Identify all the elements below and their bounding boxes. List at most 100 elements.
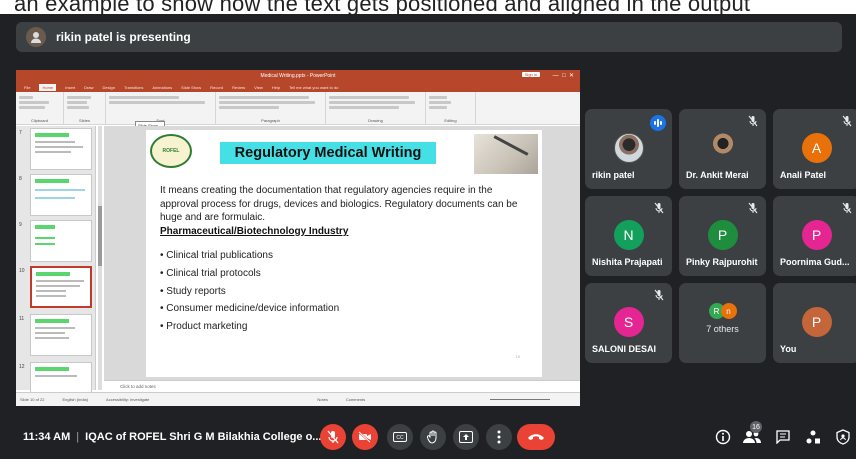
participant-tile[interactable]: P Pinky Rajpurohit [679,196,766,276]
people-button[interactable]: 16 [742,421,762,447]
mic-off-icon [842,202,852,214]
mic-off-icon [842,115,852,127]
language-status[interactable]: English (India) [62,397,88,402]
meeting-control-bar: 11:34 AM | IQAC of ROFEL Shri G M Bilakhia… [0,412,856,459]
ppt-tell-me[interactable]: Tell me what you want to do [289,85,338,90]
slide-subheading: Pharmaceutical/Biotechnology Industry [160,226,349,237]
ribbon-group-clipboard[interactable]: Clipboard [16,92,64,124]
participant-avatar: P [801,220,832,250]
current-slide[interactable]: ROFEL Regulatory Medical Writing It mean… [146,130,542,377]
participant-name: rikin patel [592,170,635,180]
mic-toggle-button[interactable] [320,424,346,450]
activities-button[interactable] [803,427,823,447]
present-icon [459,431,473,443]
ppt-ribbon-tabs: File Home Insert Draw Design Transitions… [16,82,580,92]
ppt-tab[interactable]: Transitions [124,85,143,90]
camera-off-icon [358,431,371,443]
more-options-button[interactable] [486,424,512,450]
ppt-tab[interactable]: Record [210,85,223,90]
participant-tile[interactable]: S SALONI DESAI [585,283,672,363]
ppt-tab[interactable]: View [254,85,263,90]
participant-tile[interactable]: P Poornima Gud... [773,196,856,276]
participant-avatar: A [801,133,832,163]
mini-avatar: n [720,303,737,319]
ribbon-group-label: Drawing [368,118,383,123]
participant-tile[interactable]: rikin patel [585,109,672,189]
captions-icon: CC [393,432,407,442]
participant-name: SALONI DESAI [592,344,657,354]
self-tile[interactable]: P You [773,283,856,363]
notes-pane[interactable]: Click to add notes [104,380,580,392]
thumbnail-scrollbar[interactable] [98,126,102,390]
captions-button[interactable]: CC [387,424,413,450]
slide-thumbnail[interactable] [30,174,92,216]
speaking-indicator-icon [650,115,666,131]
ppt-tab[interactable]: Design [102,85,114,90]
svg-text:CC: CC [396,435,404,441]
ppt-tab[interactable]: Slide Show [181,85,201,90]
thumb-number: 9 [19,222,22,228]
slide-body-text: It means creating the documentation that… [160,185,518,223]
ppt-tab[interactable]: Insert [65,85,75,90]
others-tile[interactable]: R n 7 others [679,283,766,363]
participant-name: Dr. Ankit Merai [686,170,749,180]
ppt-tab-home[interactable]: Home [39,83,57,91]
others-avatars: R n [708,303,737,319]
meeting-details-button[interactable] [713,427,733,447]
comments-toggle[interactable]: Comments [346,397,365,402]
ppt-signin-button[interactable]: Sign in [521,72,540,77]
slide-thumbnail[interactable] [30,128,92,170]
ppt-tab[interactable]: Help [272,85,280,90]
ppt-status-bar: Slide 10 of 22 English (India) Accessibi… [16,392,580,406]
slide-thumbnail[interactable] [30,220,92,262]
bullet-item: Clinical trial protocols [160,265,339,283]
raise-hand-button[interactable] [420,424,446,450]
participant-tile[interactable]: A Anali Patel [773,109,856,189]
bullet-item: Product marketing [160,318,339,336]
end-call-button[interactable] [517,424,555,450]
others-count-label: 7 others [706,324,739,334]
slide-bullet-list: Clinical trial publications Clinical tri… [160,247,339,336]
clock-time: 11:34 AM [23,431,71,443]
ribbon-group-slides[interactable]: Slides [64,92,106,124]
participant-name: Poornima Gud... [780,257,850,267]
meeting-title: IQAC of ROFEL Shri G M Bilakhia College … [85,431,322,443]
slide-thumbnail-pane: 7 8 9 10 11 12 [16,126,96,404]
thumb-number: 7 [19,130,22,136]
notes-toggle[interactable]: Notes [317,397,327,402]
thumb-number: 11 [19,316,25,322]
presenter-avatar [26,27,46,47]
ribbon-group-drawing[interactable]: Drawing [326,92,426,124]
slide-thumbnail[interactable] [30,314,92,356]
ppt-title-bar: Medical Writing.pptx - PowerPoint Sign i… [16,70,580,82]
ppt-tab[interactable]: Draw [84,85,93,90]
ribbon-group-label: Slides [79,118,90,123]
more-options-icon [497,430,501,444]
ribbon-group-editing[interactable]: Editing [426,92,476,124]
ribbon-group-paragraph[interactable]: Paragraph [216,92,326,124]
ppt-tab[interactable]: Review [232,85,245,90]
participant-tile[interactable]: Dr. Ankit Merai [679,109,766,189]
shared-screen: Medical Writing.pptx - PowerPoint Sign i… [16,70,580,406]
ppt-tab[interactable]: File [24,85,30,90]
activities-icon [806,430,820,444]
bullet-item: Clinical trial publications [160,247,339,265]
participant-photo [707,133,738,163]
window-controls-icon[interactable]: — □ ✕ [553,72,574,79]
zoom-slider[interactable] [490,399,550,400]
thumb-number: 12 [19,364,25,370]
slide-thumbnail-selected[interactable] [30,266,92,308]
meeting-info: 11:34 AM | IQAC of ROFEL Shri G M Bilakhia… [23,431,322,443]
presenting-label: rikin patel is presenting [56,30,191,44]
bullet-item: Consumer medicine/device information [160,300,339,318]
ribbon-group-font[interactable]: Font [106,92,216,124]
chat-button[interactable] [773,427,793,447]
present-button[interactable] [453,424,479,450]
camera-toggle-button[interactable] [352,424,378,450]
participant-tile[interactable]: N Nishita Prajapati [585,196,672,276]
mic-off-icon [327,430,339,444]
host-controls-button[interactable] [833,427,853,447]
participant-name: Nishita Prajapati [592,257,663,267]
ppt-tab[interactable]: Animations [152,85,172,90]
accessibility-status[interactable]: Accessibility: Investigate [106,397,149,402]
